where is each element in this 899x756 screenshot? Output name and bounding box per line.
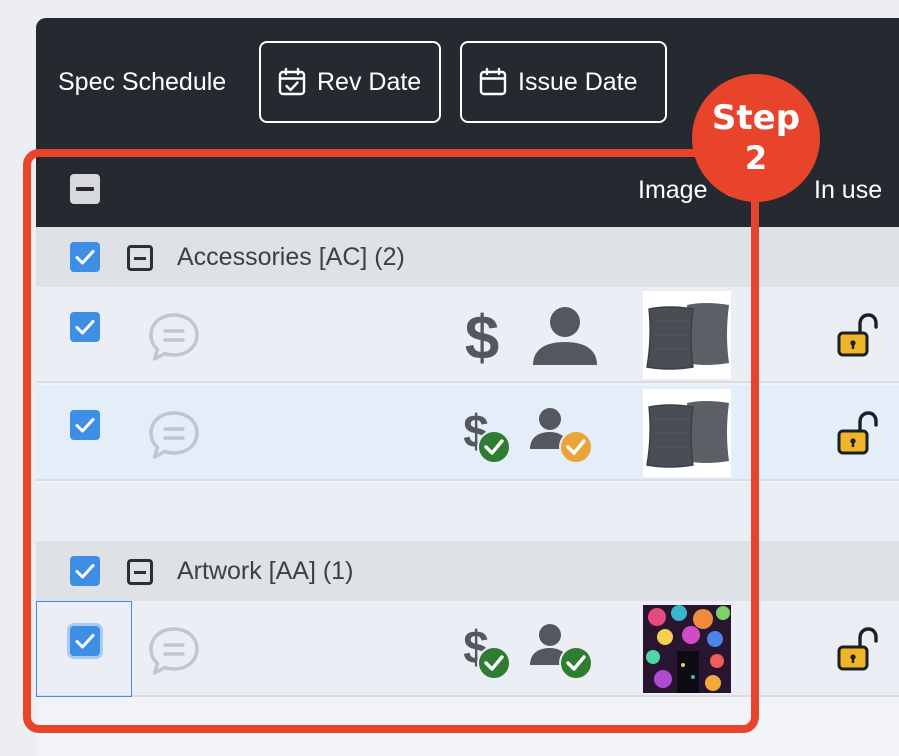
unlocked-icon[interactable] [836, 313, 878, 357]
calendar-check-icon [277, 67, 307, 97]
rev-date-button[interactable]: Rev Date [259, 41, 441, 123]
column-header-in-use[interactable]: In use [814, 176, 882, 204]
step-badge-title: Step [711, 98, 801, 138]
issue-date-button[interactable]: Issue Date [460, 41, 667, 123]
rev-date-label: Rev Date [317, 67, 422, 96]
unlocked-icon[interactable] [836, 627, 878, 671]
toolbar-title: Spec Schedule [58, 68, 227, 96]
calendar-icon [478, 67, 508, 97]
unlocked-icon[interactable] [836, 411, 878, 455]
step-highlight-frame [23, 149, 759, 733]
step-badge-number: 2 [744, 139, 768, 177]
issue-date-label: Issue Date [518, 67, 638, 96]
step-badge: Step 2 [692, 74, 820, 202]
